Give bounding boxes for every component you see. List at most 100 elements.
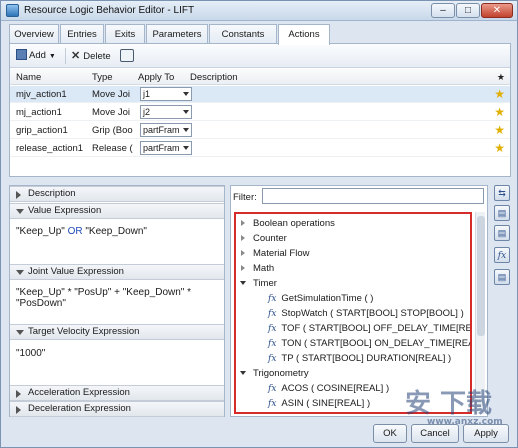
acceleration-expression-section[interactable]: Acceleration Expression (10, 385, 224, 401)
delete-icon: ✕ (71, 50, 81, 62)
star-icon[interactable]: ★ (494, 87, 505, 101)
expand-icon (241, 250, 245, 256)
function-icon: fx (268, 354, 277, 364)
table-row[interactable]: mj_action1 Move Joi j2 ★ (10, 104, 510, 121)
add-button[interactable]: Add ▼ (16, 48, 56, 64)
apply-to-select[interactable]: partFram (140, 141, 192, 155)
window-title: Resource Logic Behavior Editor - LIFT (24, 5, 195, 16)
expr-token: "Keep_Down" (85, 226, 147, 237)
expand-icon (241, 235, 245, 241)
tree-node-acos[interactable]: fx ACOS ( COSINE[REAL] ) (268, 383, 389, 394)
tree-node-tp[interactable]: fx TP ( START[BOOL] DURATION[REAL] ) (268, 353, 451, 364)
expr-operator: OR (67, 226, 83, 237)
tab-entries[interactable]: Entries (60, 24, 104, 44)
star-icon[interactable]: ★ (494, 105, 505, 119)
table-row[interactable]: release_action1 Release ( partFram ★ (10, 140, 510, 157)
section-label: Target Velocity Expression (28, 326, 140, 337)
title-bar: Resource Logic Behavior Editor - LIFT – … (1, 1, 517, 21)
tree-node-tof[interactable]: fx TOF ( START[BOOL] OFF_DELAY_TIME[REAL]… (268, 323, 470, 334)
tree-label: TON ( START[BOOL] ON_DELAY_TIME[REAL] ) (281, 338, 472, 349)
tab-parameters[interactable]: Parameters (146, 24, 208, 44)
target-velocity-expression-section[interactable]: Target Velocity Expression (10, 324, 224, 340)
tab-bar: Overview Entries Exits Parameters Consta… (9, 24, 511, 45)
screen-icon[interactable] (120, 49, 134, 62)
tab-constants[interactable]: Constants (209, 24, 277, 44)
table-row[interactable]: mjv_action1 Move Joi j1 ★ (10, 86, 510, 103)
expand-icon (16, 191, 21, 199)
apply-to-value: partFram (143, 125, 180, 135)
column-description[interactable]: Description (190, 72, 238, 83)
tree-node-material-flow[interactable]: Material Flow (241, 248, 310, 259)
tree-label: Timer (253, 278, 277, 289)
column-type[interactable]: Type (92, 72, 113, 83)
joint-value-expression-editor[interactable]: "Keep_Up" * "PosUp" + "Keep_Down" * "Pos… (16, 287, 221, 309)
expand-icon (241, 265, 245, 271)
tree-scrollbar[interactable] (475, 212, 485, 414)
tree-node-counter[interactable]: Counter (241, 233, 287, 244)
target-velocity-expression-editor[interactable]: "1000" (16, 348, 221, 359)
tree-node-ton[interactable]: fx TON ( START[BOOL] ON_DELAY_TIME[REAL] … (268, 338, 472, 349)
apply-to-select[interactable]: j2 (140, 105, 192, 119)
section-label: Joint Value Expression (28, 266, 124, 277)
tree-node-math[interactable]: Math (241, 263, 274, 274)
collapse-icon (16, 330, 24, 335)
column-apply-to[interactable]: Apply To (138, 72, 174, 83)
tree-node-getsimulationtime[interactable]: fx GetSimulationTime ( ) (268, 293, 373, 304)
function-icon: fx (268, 294, 277, 304)
signal-icon[interactable]: ⇆ (494, 185, 510, 201)
chevron-down-icon: ▼ (48, 53, 56, 60)
tree-label: ACOS ( COSINE[REAL] ) (281, 383, 390, 394)
database-icon[interactable]: ▤ (494, 269, 510, 285)
tree-label: Boolean operations (253, 218, 335, 229)
apply-to-select[interactable]: partFram (140, 123, 192, 137)
apply-to-value: j2 (143, 107, 151, 117)
toolbar-divider (65, 48, 66, 64)
maximize-button[interactable]: □ (456, 3, 480, 18)
add-icon (16, 49, 27, 60)
cancel-button[interactable]: Cancel (411, 424, 459, 443)
add-label: Add (29, 50, 46, 61)
value-expression-editor[interactable]: "Keep_Up" OR "Keep_Down" (16, 226, 221, 237)
chevron-down-icon (183, 110, 189, 114)
ok-button[interactable]: OK (373, 424, 407, 443)
column-star: ★ (496, 72, 505, 82)
database-icon[interactable]: ▤ (494, 205, 510, 221)
deceleration-expression-section[interactable]: Deceleration Expression (10, 401, 224, 417)
tab-actions[interactable]: Actions (278, 24, 330, 45)
database-icon[interactable]: ▤ (494, 225, 510, 241)
function-tree: Boolean operations Counter Material Flow… (234, 212, 472, 414)
column-name[interactable]: Name (16, 72, 41, 83)
tree-label: Material Flow (253, 248, 310, 259)
expand-icon (16, 390, 21, 398)
tree-node-trigonometry[interactable]: Trigonometry (240, 368, 309, 379)
description-section[interactable]: Description (10, 186, 224, 202)
tree-label: Counter (253, 233, 287, 244)
tab-overview[interactable]: Overview (9, 24, 59, 44)
delete-button[interactable]: ✕ Delete (71, 48, 111, 64)
section-label: Description (28, 188, 76, 199)
tab-exits[interactable]: Exits (105, 24, 145, 44)
function-icon[interactable]: fx (494, 247, 510, 263)
actions-toolbar: Add ▼ ✕ Delete (10, 44, 510, 68)
apply-button[interactable]: Apply (463, 424, 509, 443)
apply-to-select[interactable]: j1 (140, 87, 192, 101)
chevron-down-icon (183, 128, 189, 132)
function-icon: fx (268, 324, 277, 334)
row-type: Grip (Boo (92, 125, 133, 136)
expression-panel: Description Value Expression "Keep_Up" O… (9, 185, 225, 417)
star-icon[interactable]: ★ (494, 123, 505, 137)
value-expression-section[interactable]: Value Expression (10, 203, 224, 219)
tree-node-asin[interactable]: fx ASIN ( SINE[REAL] ) (268, 398, 370, 409)
filter-input[interactable] (262, 188, 484, 204)
function-icon: fx (268, 399, 277, 409)
scrollbar-thumb[interactable] (477, 216, 485, 336)
function-icon: fx (268, 309, 277, 319)
close-button[interactable]: ✕ (481, 3, 513, 18)
joint-value-expression-section[interactable]: Joint Value Expression (10, 264, 224, 280)
tree-node-boolean-operations[interactable]: Boolean operations (241, 218, 335, 229)
minimize-button[interactable]: – (431, 3, 455, 18)
tree-node-stopwatch[interactable]: fx StopWatch ( START[BOOL] STOP[BOOL] ) (268, 308, 464, 319)
star-icon[interactable]: ★ (494, 141, 505, 155)
tree-node-timer[interactable]: Timer (240, 278, 277, 289)
table-row[interactable]: grip_action1 Grip (Boo partFram ★ (10, 122, 510, 139)
